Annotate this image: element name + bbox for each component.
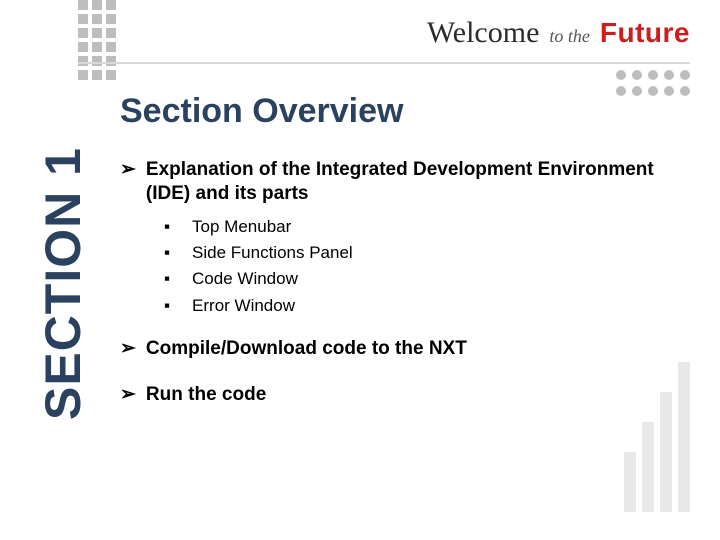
bullet-l1: ➢ Explanation of the Integrated Developm… — [120, 158, 690, 206]
arrow-icon: ➢ — [120, 158, 136, 206]
header-divider — [78, 62, 690, 64]
square-icon: ▪ — [164, 266, 170, 292]
sublist: ▪ Top Menubar ▪ Side Functions Panel ▪ C… — [164, 214, 690, 319]
bullet-l2-text: Error Window — [192, 293, 295, 319]
arrow-icon: ➢ — [120, 383, 136, 407]
brand-tothe: to the — [549, 26, 590, 47]
content-body: ➢ Explanation of the Integrated Developm… — [120, 158, 690, 414]
bullet-l2: ▪ Side Functions Panel — [164, 240, 690, 266]
decorative-grid-top-left — [78, 0, 116, 80]
bullet-l1-text: Compile/Download code to the NXT — [146, 337, 467, 361]
brand-header: Welcome to the Future — [427, 16, 690, 50]
bullet-l1: ➢ Compile/Download code to the NXT — [120, 337, 690, 361]
square-icon: ▪ — [164, 214, 170, 240]
bullet-l1-text: Explanation of the Integrated Developmen… — [146, 158, 690, 206]
square-icon: ▪ — [164, 240, 170, 266]
bullet-l2: ▪ Top Menubar — [164, 214, 690, 240]
bullet-l2: ▪ Error Window — [164, 293, 690, 319]
arrow-icon: ➢ — [120, 337, 136, 361]
bullet-l2-text: Code Window — [192, 266, 298, 292]
decorative-dots-top-right — [616, 70, 690, 96]
bullet-l2-text: Top Menubar — [192, 214, 291, 240]
bullet-l2: ▪ Code Window — [164, 266, 690, 292]
brand-future: Future — [600, 17, 690, 49]
bullet-l2-text: Side Functions Panel — [192, 240, 353, 266]
decorative-bars-bottom-right — [624, 362, 690, 512]
page-title: Section Overview — [120, 92, 403, 131]
bullet-l1: ➢ Run the code — [120, 383, 690, 407]
slide: Welcome to the Future Section Overview S… — [0, 0, 720, 540]
square-icon: ▪ — [164, 293, 170, 319]
section-label-vertical: SECTION 1 — [34, 147, 92, 420]
brand-welcome: Welcome — [427, 16, 540, 50]
bullet-l1-text: Run the code — [146, 383, 266, 407]
